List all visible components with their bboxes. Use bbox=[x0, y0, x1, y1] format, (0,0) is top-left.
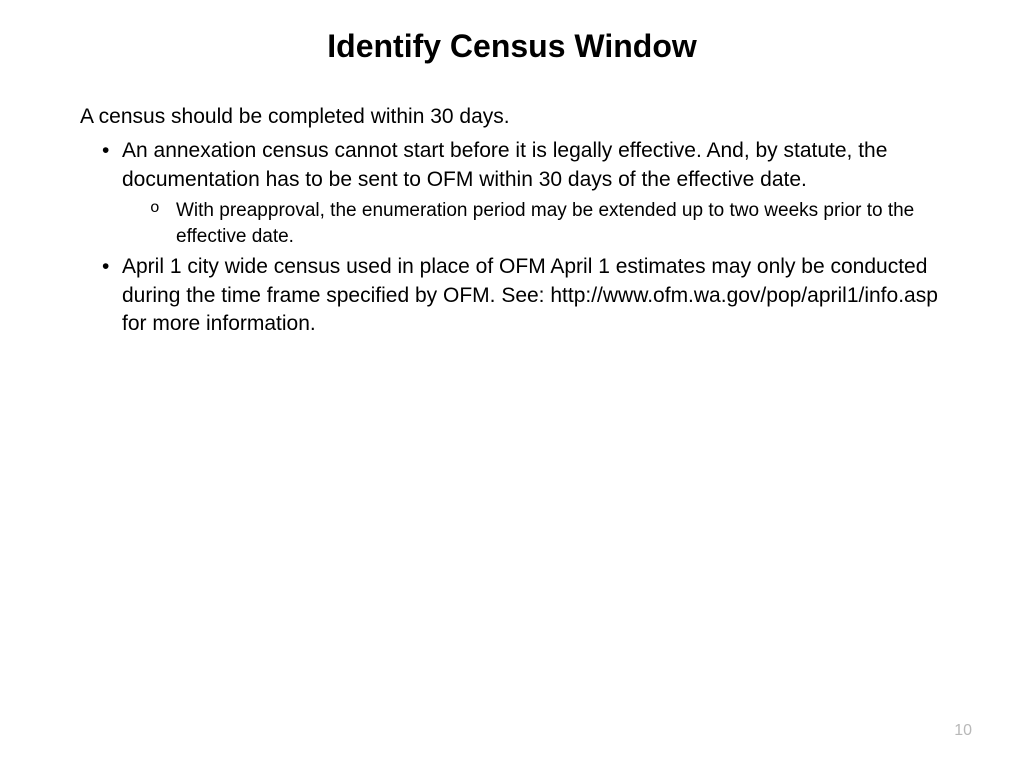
page-number: 10 bbox=[954, 722, 972, 740]
bullet-text: April 1 city wide census used in place o… bbox=[122, 255, 938, 335]
list-item: An annexation census cannot start before… bbox=[102, 137, 944, 249]
bullet-text: An annexation census cannot start before… bbox=[122, 139, 887, 190]
bullet-list: An annexation census cannot start before… bbox=[80, 137, 944, 338]
bullet-text: With preapproval, the enumeration period… bbox=[176, 200, 914, 247]
slide-title: Identify Census Window bbox=[80, 28, 944, 65]
list-item: April 1 city wide census used in place o… bbox=[102, 253, 944, 338]
list-item: With preapproval, the enumeration period… bbox=[150, 198, 944, 249]
sub-bullet-list: With preapproval, the enumeration period… bbox=[122, 198, 944, 249]
intro-text: A census should be completed within 30 d… bbox=[80, 103, 944, 131]
